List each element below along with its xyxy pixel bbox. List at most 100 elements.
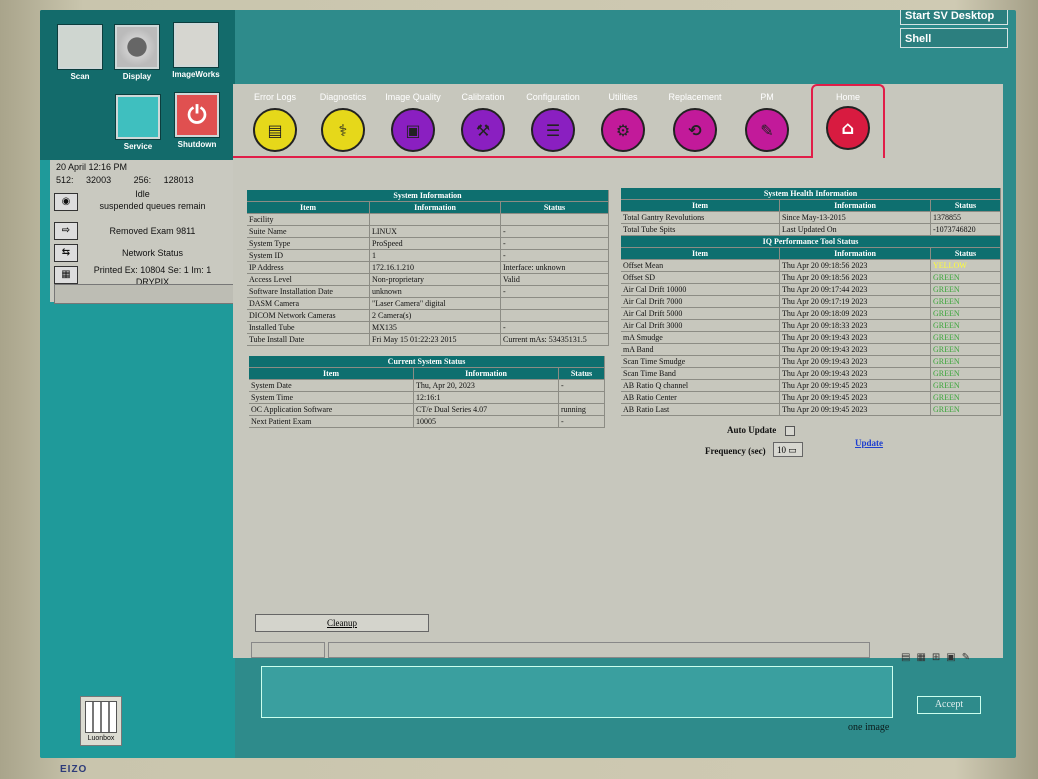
table-cell: GREEN: [930, 379, 1001, 392]
table-row: System Type ProSpeed -: [247, 237, 609, 250]
health-table: System Health Information Item Informati…: [621, 188, 1001, 416]
table-row: IP Address 172.16.1.210 Interface: unknown: [247, 261, 609, 274]
iq-title: IQ Performance Tool Status: [621, 235, 1001, 248]
table-cell: Thu Apr 20 09:19:43 2023: [779, 343, 931, 356]
table-cell: [558, 391, 605, 404]
table-row: System ID 1-: [247, 249, 609, 262]
table-row: AB Ratio Center Thu Apr 20 09:19:45 2023 G…: [621, 391, 1001, 404]
tab-utilities[interactable]: Utilities ⚙: [591, 92, 655, 152]
auto-update-label: Auto Update: [727, 425, 777, 435]
table-cell: [500, 309, 609, 322]
app-launcher: Scan Display ImageWorks Service ⏻ Shutdo…: [40, 10, 235, 160]
tab-error-logs[interactable]: Error Logs ▤: [243, 92, 307, 152]
table-cell: Scan Time Band: [621, 367, 780, 380]
table-cell: mA Smudge: [621, 331, 780, 344]
left-sidebar: Scan Display ImageWorks Service ⏻ Shutdo…: [40, 10, 236, 758]
pm-icon: ✎: [745, 108, 789, 152]
table-row: DASM Camera "Laser Camera" digital: [247, 297, 609, 310]
table-cell: Thu Apr 20 09:18:56 2023: [779, 271, 931, 284]
table-cell: System Time: [249, 391, 414, 404]
status-field: [251, 642, 325, 658]
table-cell: Tube Install Date: [247, 333, 370, 346]
table-row: Suite Name LINUX -: [247, 225, 609, 238]
film-grid-icon: [85, 701, 117, 733]
tab-configuration[interactable]: Configuration ☰: [521, 92, 585, 152]
system-info-rows: Facility Suite Name LINUX - System Type ProSp…: [247, 213, 609, 346]
table-cell: AB Ratio Q channel: [621, 379, 780, 392]
table-row: System Time 12:16:1: [249, 391, 605, 404]
status-strip: [54, 284, 236, 304]
table-cell: -1073746820: [930, 223, 1001, 236]
table-row: System Date Thu, Apr 20, 2023-: [249, 379, 605, 392]
luonbox-button[interactable]: Luonbox: [80, 696, 122, 746]
frequency-select[interactable]: 10 ▭: [773, 442, 803, 457]
accept-button[interactable]: Accept: [917, 696, 981, 714]
tab-image-quality[interactable]: Image Quality ▣: [381, 92, 445, 152]
power-icon: ⏻: [174, 92, 220, 138]
shutdown-launcher[interactable]: ⏻ Shutdown: [173, 92, 221, 149]
imageworks-launcher[interactable]: ImageWorks: [172, 22, 220, 79]
stethoscope-icon: ⚕: [321, 108, 365, 152]
table-cell: AB Ratio Center: [621, 391, 780, 404]
configuration-icon: ☰: [531, 108, 575, 152]
table-row: AB Ratio Last Thu Apr 20 09:19:45 2023 GRE…: [621, 403, 1001, 416]
table-cell: 10005: [413, 415, 559, 428]
table-row: DICOM Network Cameras 2 Camera(s): [247, 309, 609, 322]
table-cell: [500, 213, 609, 226]
table-cell: 1: [369, 249, 501, 262]
status-datetime: 20 April 12:16 PM: [56, 162, 128, 172]
cleanup-button[interactable]: Cleanup: [255, 614, 429, 632]
table-cell: -: [500, 285, 609, 298]
display-launcher[interactable]: Display: [113, 24, 161, 81]
update-link[interactable]: Update: [855, 438, 883, 448]
shell-button[interactable]: Shell: [900, 28, 1008, 48]
table-cell: GREEN: [930, 319, 1001, 332]
table-row: Total Gantry Revolutions Since May-13-201…: [621, 211, 1001, 224]
home-icon: ⌂: [826, 106, 870, 150]
status-queues: suspended queues remain: [99, 201, 206, 211]
table-cell: Thu Apr 20 09:18:09 2023: [779, 307, 931, 320]
table-cell: -: [500, 225, 609, 238]
table-cell: YELLOW: [930, 259, 1001, 272]
table-cell: GREEN: [930, 307, 1001, 320]
health-title: System Health Information: [621, 188, 1001, 200]
service-tabbar: Error Logs ▤ Diagnostics ⚕ Image Quality…: [233, 84, 1003, 170]
table-cell: 1378855: [930, 211, 1001, 224]
table-cell: Thu Apr 20 09:19:45 2023: [779, 379, 931, 392]
toolbox-icon: ⚙: [601, 108, 645, 152]
tab-home[interactable]: Home ⌂: [811, 84, 885, 158]
table-cell: GREEN: [930, 295, 1001, 308]
table-cell: Software Installation Date: [247, 285, 370, 298]
calibration-icon: ⚒: [461, 108, 505, 152]
system-status-box: 20 April 12:16 PM 512: 32003 256: 128013…: [50, 160, 235, 302]
table-cell: Total Gantry Revolutions: [621, 211, 780, 224]
table-cell: GREEN: [930, 367, 1001, 380]
system-info-title: System Information: [247, 190, 609, 202]
table-row: AB Ratio Q channel Thu Apr 20 09:19:45 20…: [621, 379, 1001, 392]
table-cell: 172.16.1.210: [369, 261, 501, 274]
table-cell: Thu Apr 20 09:18:56 2023: [779, 259, 931, 272]
table-cell: LINUX: [369, 225, 501, 238]
scan-launcher[interactable]: Scan: [56, 24, 104, 81]
table-cell: Offset Mean: [621, 259, 780, 272]
table-row: Scan Time Band Thu Apr 20 09:19:43 2023 GR…: [621, 367, 1001, 380]
tab-calibration[interactable]: Calibration ⚒: [451, 92, 515, 152]
table-cell: Last Updated On: [779, 223, 931, 236]
table-cell: Next Patient Exam: [249, 415, 414, 428]
table-cell: Thu Apr 20 09:17:44 2023: [779, 283, 931, 296]
auto-update-checkbox[interactable]: [785, 426, 795, 436]
start-sv-desktop-button[interactable]: Start SV Desktop: [900, 10, 1008, 25]
screen: Scan Display ImageWorks Service ⏻ Shutdo…: [40, 10, 1016, 758]
tab-diagnostics[interactable]: Diagnostics ⚕: [311, 92, 375, 152]
table-cell: Air Cal Drift 10000: [621, 283, 780, 296]
tab-replacement[interactable]: Replacement ⟲: [663, 92, 727, 152]
table-cell: GREEN: [930, 355, 1001, 368]
tab-pm[interactable]: PM ✎: [735, 92, 799, 152]
table-cell: Fri May 15 01:22:23 2015: [369, 333, 501, 346]
display-label: Display: [122, 72, 152, 81]
table-cell: IP Address: [247, 261, 370, 274]
service-launcher[interactable]: Service: [114, 94, 162, 151]
table-row: Next Patient Exam 10005-: [249, 415, 605, 428]
tab-divider: [233, 156, 813, 158]
service-label: Service: [123, 142, 153, 151]
